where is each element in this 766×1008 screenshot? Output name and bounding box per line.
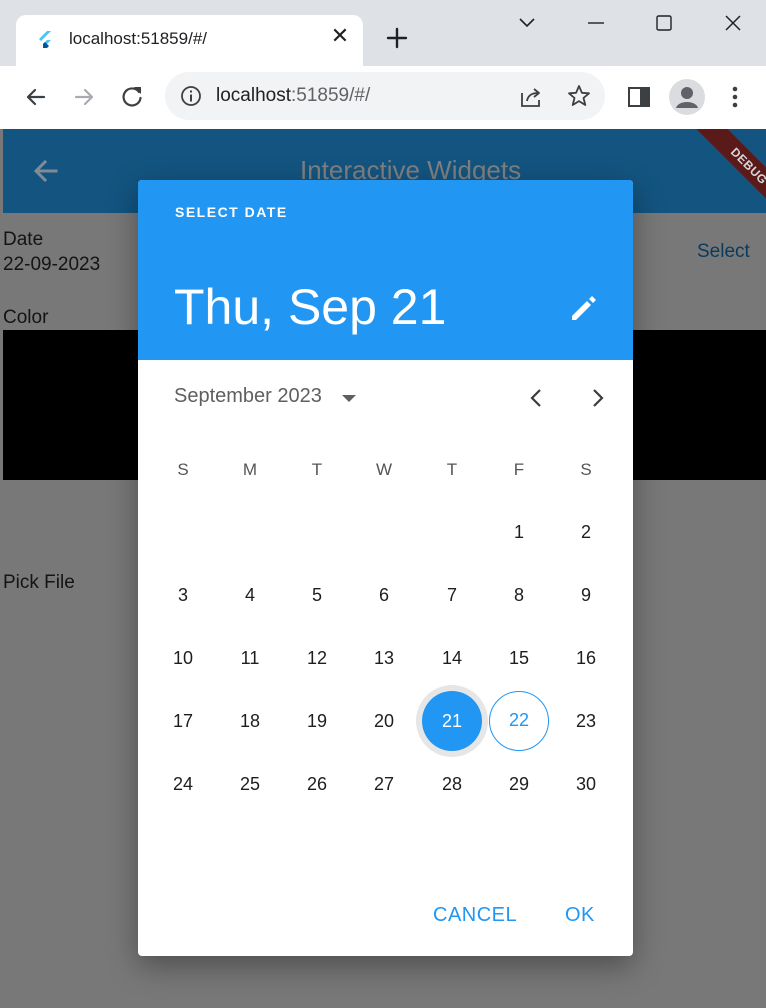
weekday-label: S	[580, 460, 592, 479]
calendar-day[interactable]: 1	[489, 502, 549, 562]
ok-button[interactable]: OK	[565, 904, 595, 927]
selected-date-text: Thu, Sep 21	[174, 279, 447, 335]
color-label: Color	[3, 307, 49, 328]
pencil-icon[interactable]	[568, 292, 600, 324]
calendar-day[interactable]: 8	[489, 565, 549, 625]
browser-tab[interactable]: localhost:51859/#/ ✕	[16, 15, 363, 66]
calendar-day[interactable]: 2	[556, 502, 616, 562]
side-panel-icon[interactable]	[625, 83, 653, 111]
info-icon[interactable]	[179, 84, 203, 108]
weekday-label: W	[375, 460, 393, 479]
window-close-icon[interactable]	[713, 8, 753, 38]
calendar-day[interactable]: 25	[220, 754, 280, 814]
calendar-day[interactable]: 3	[153, 565, 213, 625]
flutter-icon	[39, 31, 51, 48]
calendar-day[interactable]: 9	[556, 565, 616, 625]
arrow-right-icon[interactable]	[70, 83, 98, 111]
star-icon[interactable]	[566, 83, 592, 109]
calendar-day[interactable]: 30	[556, 754, 616, 814]
calendar-day[interactable]: 10	[153, 628, 213, 688]
weekday-label: T	[446, 460, 458, 479]
calendar-day[interactable]: 5	[287, 565, 347, 625]
calendar-day[interactable]: 20	[354, 691, 414, 751]
plus-icon[interactable]	[383, 24, 411, 52]
profile-silhouette-icon	[676, 87, 698, 108]
calendar-day[interactable]: 16	[556, 628, 616, 688]
cancel-button[interactable]: CANCEL	[433, 904, 517, 927]
calendar-day[interactable]: 4	[220, 565, 280, 625]
calendar-day[interactable]: 12	[287, 628, 347, 688]
calendar-day[interactable]: 24	[153, 754, 213, 814]
calendar-day[interactable]: 19	[287, 691, 347, 751]
calendar-day[interactable]: 14	[422, 628, 482, 688]
calendar-day[interactable]: 15	[489, 628, 549, 688]
browser-tab-strip: localhost:51859/#/ ✕	[0, 0, 766, 66]
calendar-day[interactable]: 23	[556, 691, 616, 751]
url-text: localhost:51859/#/	[216, 85, 370, 107]
select-date-button[interactable]: Select	[697, 241, 750, 263]
minimize-icon[interactable]	[576, 8, 616, 38]
date-value: 22-09-2023	[3, 254, 101, 275]
browser-toolbar: localhost:51859/#/	[0, 66, 766, 129]
reload-icon[interactable]	[118, 83, 146, 111]
caret-down-icon[interactable]	[338, 388, 360, 410]
arrow-left-icon[interactable]	[22, 83, 50, 111]
date-picker-help-text: SELECT DATE	[175, 204, 288, 220]
tab-close-icon[interactable]: ✕	[328, 24, 352, 48]
address-bar[interactable]: localhost:51859/#/	[165, 72, 605, 120]
calendar-day[interactable]: 11	[220, 628, 280, 688]
tab-title: localhost:51859/#/	[69, 29, 207, 48]
url-host: localhost	[216, 85, 291, 106]
calendar-day[interactable]: 29	[489, 754, 549, 814]
calendar-day[interactable]: 6	[354, 565, 414, 625]
calendar-day-today[interactable]: 22	[489, 691, 549, 751]
calendar-day[interactable]: 13	[354, 628, 414, 688]
calendar-day[interactable]: 26	[287, 754, 347, 814]
weekday-label: T	[311, 460, 323, 479]
month-year-selector[interactable]: September 2023	[174, 385, 322, 408]
kebab-menu-icon[interactable]	[721, 83, 749, 111]
calendar-day[interactable]: 27	[354, 754, 414, 814]
chevron-right-icon[interactable]	[584, 385, 610, 411]
weekday-label: S	[177, 460, 189, 479]
pick-file-label[interactable]: Pick File	[3, 572, 75, 594]
date-label: Date	[3, 229, 44, 250]
url-path: :51859/#/	[291, 85, 371, 106]
calendar-day[interactable]: 28	[422, 754, 482, 814]
tab-search-chevron-icon[interactable]	[507, 8, 547, 38]
arrow-left-icon[interactable]	[31, 156, 61, 186]
weekday-label: M	[242, 460, 258, 479]
weekday-label: F	[513, 460, 525, 479]
share-icon[interactable]	[518, 84, 544, 110]
calendar-day-selected[interactable]: 21	[422, 691, 482, 751]
date-picker-dialog: SELECT DATE Thu, Sep 21 September 2023 S…	[138, 180, 633, 956]
date-picker-header: SELECT DATE Thu, Sep 21	[138, 180, 633, 360]
calendar-day[interactable]: 18	[220, 691, 280, 751]
calendar-day[interactable]: 17	[153, 691, 213, 751]
profile-icon[interactable]	[669, 79, 705, 115]
chevron-left-icon[interactable]	[524, 385, 550, 411]
calendar-day[interactable]: 7	[422, 565, 482, 625]
maximize-icon[interactable]	[644, 8, 684, 38]
